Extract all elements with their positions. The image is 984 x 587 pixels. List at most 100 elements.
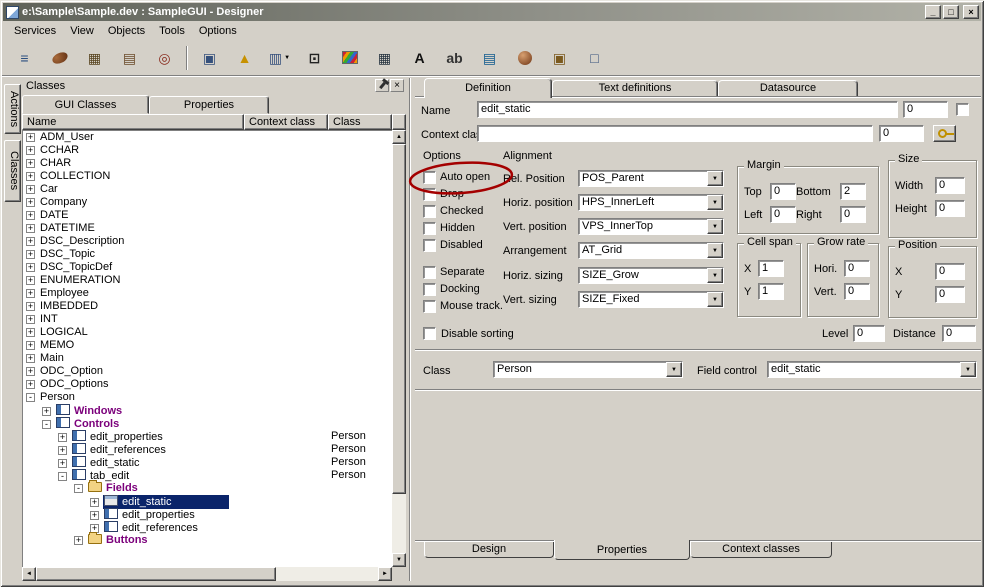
tree-row[interactable]: +DSC_TopicDef: [23, 261, 392, 274]
vert-position-select[interactable]: VPS_InnerTop▼: [578, 218, 724, 235]
margin-bottom-input[interactable]: 2: [840, 183, 866, 200]
name-checkbox[interactable]: [956, 103, 969, 116]
menu-options[interactable]: Options: [192, 24, 244, 38]
pin-icon[interactable]: [375, 79, 389, 92]
horizontal-scroll-thumb[interactable]: [36, 567, 276, 581]
tree-row[interactable]: +INT: [23, 313, 392, 326]
cell-span-y-input[interactable]: 1: [758, 283, 784, 300]
tree-row[interactable]: +Company: [23, 196, 392, 209]
expand-plus-icon[interactable]: +: [26, 237, 35, 246]
tree-row[interactable]: +COLLECTION: [23, 170, 392, 183]
expand-plus-icon[interactable]: +: [26, 367, 35, 376]
chevron-down-icon[interactable]: ▼: [707, 219, 723, 234]
chevron-down-icon[interactable]: ▼: [707, 195, 723, 210]
rel-position-select[interactable]: POS_Parent▼: [578, 170, 724, 187]
tree-vertical-scrollbar[interactable]: ▲ ▼: [392, 130, 406, 567]
expand-plus-icon[interactable]: +: [26, 315, 35, 324]
disabled-checkbox[interactable]: [423, 239, 436, 252]
collapse-minus-icon[interactable]: -: [42, 420, 51, 429]
name-aux-input[interactable]: 0: [903, 101, 948, 118]
close-button[interactable]: ×: [963, 5, 979, 19]
expand-plus-icon[interactable]: +: [26, 380, 35, 389]
margin-right-input[interactable]: 0: [840, 206, 866, 223]
context-class-aux-input[interactable]: 0: [879, 125, 924, 142]
tree-row[interactable]: +ADM_User: [23, 131, 392, 144]
expand-plus-icon[interactable]: +: [26, 185, 35, 194]
separate-checkbox[interactable]: [423, 266, 436, 279]
scroll-right-icon[interactable]: ►: [378, 567, 392, 581]
tree-row[interactable]: -Person: [23, 391, 392, 404]
minimize-button[interactable]: _: [925, 5, 941, 19]
size-width-input[interactable]: 0: [935, 177, 965, 194]
scroll-up-icon[interactable]: ▲: [392, 130, 406, 144]
chevron-down-icon[interactable]: ▼: [960, 362, 976, 377]
class-tree-toolbar-icon[interactable]: ≡: [9, 44, 40, 71]
form-combo-toolbar-icon[interactable]: ▥▼: [264, 44, 295, 71]
margin-top-input[interactable]: 0: [770, 183, 796, 200]
expand-plus-icon[interactable]: +: [26, 211, 35, 220]
tree-row[interactable]: +LOGICAL: [23, 326, 392, 339]
expand-plus-icon[interactable]: +: [26, 172, 35, 181]
titlebar[interactable]: e:\Sample\Sample.dev : SampleGUI - Desig…: [3, 3, 981, 21]
label-toolbar-icon[interactable]: ab: [439, 44, 470, 71]
collapse-minus-icon[interactable]: -: [74, 484, 83, 493]
sphere-toolbar-icon[interactable]: [509, 44, 540, 71]
distance-input[interactable]: 0: [942, 325, 976, 342]
tree-row[interactable]: +Main: [23, 352, 392, 365]
tree-row[interactable]: +edit_staticPerson: [23, 456, 392, 469]
expand-plus-icon[interactable]: +: [26, 341, 35, 350]
expand-plus-icon[interactable]: +: [26, 146, 35, 155]
disable-sorting-checkbox[interactable]: [423, 327, 436, 340]
expand-plus-icon[interactable]: +: [26, 133, 35, 142]
classes-tab-properties[interactable]: Properties: [149, 96, 269, 114]
collapse-minus-icon[interactable]: -: [26, 393, 35, 402]
horiz-sizing-select[interactable]: SIZE_Grow▼: [578, 267, 724, 284]
expand-plus-icon[interactable]: +: [58, 459, 67, 468]
hidden-checkbox[interactable]: [423, 222, 436, 235]
field-control-select[interactable]: edit_static ▼: [767, 361, 977, 378]
expand-plus-icon[interactable]: +: [26, 276, 35, 285]
position-x-input[interactable]: 0: [935, 263, 965, 280]
column-header-context-class[interactable]: Context class: [244, 114, 328, 130]
size-height-input[interactable]: 0: [935, 200, 965, 217]
column-header-name[interactable]: Name: [22, 114, 244, 130]
horiz-position-select[interactable]: HPS_InnerLeft▼: [578, 194, 724, 211]
expand-plus-icon[interactable]: +: [90, 511, 99, 520]
vertical-scroll-thumb[interactable]: [392, 144, 406, 494]
maximize-button[interactable]: □: [943, 5, 959, 19]
expand-plus-icon[interactable]: +: [26, 224, 35, 233]
collapse-minus-icon[interactable]: -: [58, 472, 67, 481]
context-class-picker-button[interactable]: [933, 125, 956, 142]
edit-notes-toolbar-icon[interactable]: ▤: [114, 44, 145, 71]
tree-row[interactable]: -Fields: [23, 482, 392, 495]
expand-plus-icon[interactable]: +: [26, 250, 35, 259]
zoom-box-toolbar-icon[interactable]: ⊡: [299, 44, 330, 71]
export-toolbar-icon[interactable]: ▲: [229, 44, 260, 71]
package-toolbar-icon[interactable]: ▣: [544, 44, 575, 71]
menu-view[interactable]: View: [63, 24, 101, 38]
auto-open-checkbox[interactable]: [423, 171, 436, 184]
checked-checkbox[interactable]: [423, 205, 436, 218]
context-class-input[interactable]: [477, 125, 873, 142]
expand-plus-icon[interactable]: +: [90, 498, 99, 507]
class-select[interactable]: Person ▼: [493, 361, 683, 378]
chevron-down-icon[interactable]: ▼: [707, 171, 723, 186]
tab-design[interactable]: Design: [424, 542, 554, 558]
tree-row[interactable]: +DSC_Description: [23, 235, 392, 248]
grid-form-toolbar-icon[interactable]: ▦: [369, 44, 400, 71]
form-combo-toolbar-icon-dropdown[interactable]: ▼: [284, 55, 290, 61]
expand-plus-icon[interactable]: +: [58, 433, 67, 442]
tree-row[interactable]: -Controls: [23, 417, 392, 430]
level-input[interactable]: 0: [853, 325, 885, 342]
object-bean-toolbar-icon[interactable]: [44, 44, 75, 71]
tree-row[interactable]: +edit_static: [23, 495, 392, 508]
tree-row[interactable]: +CCHAR: [23, 144, 392, 157]
chevron-down-icon[interactable]: ▼: [707, 243, 723, 258]
scroll-down-icon[interactable]: ▼: [392, 553, 406, 567]
tree-row[interactable]: +MEMO: [23, 339, 392, 352]
tree-row[interactable]: +Buttons: [23, 534, 392, 547]
expand-plus-icon[interactable]: +: [26, 289, 35, 298]
column-header-class[interactable]: Class: [328, 114, 392, 130]
mouse-track-checkbox[interactable]: [423, 300, 436, 313]
expand-plus-icon[interactable]: +: [26, 328, 35, 337]
